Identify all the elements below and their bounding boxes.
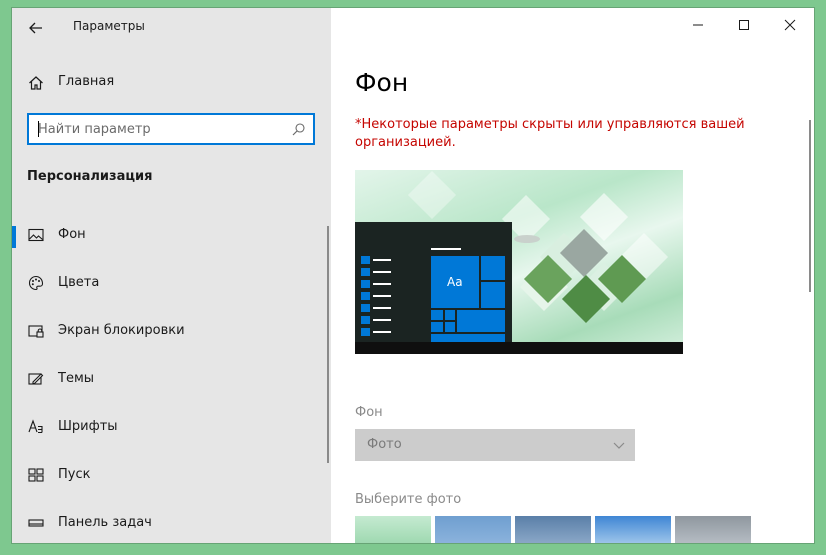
sidebar-item-label: Пуск (58, 467, 91, 482)
sidebar: Параметры Главная Персонализация (12, 8, 331, 543)
active-indicator (12, 226, 16, 248)
preview-tile: Aa (431, 256, 479, 308)
sidebar-item-label: Шрифты (58, 419, 118, 434)
menu-line (373, 259, 391, 261)
maximize-icon (739, 20, 749, 30)
taskbar-icon (28, 519, 44, 527)
preview-tile (481, 282, 505, 308)
sidebar-item-taskbar[interactable]: Панель задач (12, 503, 331, 543)
sidebar-item-label: Экран блокировки (58, 323, 185, 338)
sidebar-item-background[interactable]: Фон (12, 215, 331, 263)
lock-screen-icon (28, 325, 44, 338)
preview-tile (431, 334, 505, 342)
sidebar-item-colors[interactable]: Цвета (12, 263, 331, 311)
sidebar-item-start[interactable]: Пуск (12, 455, 331, 503)
back-button[interactable] (24, 16, 48, 40)
sidebar-item-label: Фон (58, 227, 86, 242)
minimize-icon (693, 24, 703, 26)
menu-icon (361, 292, 370, 300)
page-title: Фон (355, 68, 409, 97)
menu-line (373, 331, 391, 333)
menu-header-line (431, 248, 461, 250)
menu-icon (361, 280, 370, 288)
photo-thumbnail[interactable] (515, 516, 591, 543)
back-arrow-icon (29, 22, 42, 34)
photo-thumbnail[interactable] (435, 516, 511, 543)
close-button[interactable] (767, 8, 813, 42)
menu-icon (361, 328, 370, 336)
taskbar-preview (355, 342, 683, 354)
preview-tile (445, 322, 455, 332)
background-preview: Aa (355, 170, 683, 354)
policy-warning: *Некоторые параметры скрыты или управляю… (355, 117, 745, 150)
text-caret (38, 121, 39, 137)
palette-icon (28, 275, 44, 291)
sidebar-item-themes[interactable]: Темы (12, 359, 331, 407)
sidebar-item-fonts[interactable]: Шрифты (12, 407, 331, 455)
maximize-button[interactable] (721, 8, 767, 42)
close-icon (784, 19, 796, 31)
search-input[interactable] (29, 115, 313, 143)
menu-line (373, 319, 391, 321)
menu-line (373, 307, 391, 309)
preview-tile-text: Aa (447, 275, 463, 289)
settings-window: Параметры Главная Персонализация (12, 8, 814, 543)
photo-thumbnail[interactable] (675, 516, 751, 543)
content-scrollbar[interactable] (809, 120, 811, 292)
start-icon (28, 468, 44, 482)
sidebar-nav: Фон Цвета Экран блокировки Темы Шрифты П… (12, 215, 331, 543)
fonts-icon (28, 419, 43, 434)
home-label: Главная (58, 74, 115, 89)
background-type-dropdown[interactable]: Фото (355, 429, 635, 461)
home-icon (29, 76, 43, 90)
preview-tile (481, 256, 505, 280)
section-title: Персонализация (27, 169, 153, 184)
app-title: Параметры (73, 19, 145, 33)
preview-tile (431, 310, 443, 320)
themes-icon (28, 373, 44, 385)
photo-thumbnail[interactable] (595, 516, 671, 543)
start-menu-preview: Aa (355, 222, 512, 342)
menu-icon (361, 304, 370, 312)
chevron-down-icon (613, 442, 625, 449)
main-content: Фон *Некоторые параметры скрыты или упра… (331, 8, 814, 543)
choose-photo-label: Выберите фото (355, 492, 462, 507)
preview-diamond (407, 170, 457, 220)
sidebar-item-home[interactable]: Главная (12, 66, 331, 100)
minimize-button[interactable] (675, 8, 721, 42)
preview-tile (445, 310, 455, 320)
dropdown-value: Фото (367, 437, 402, 452)
airship-icon (514, 235, 540, 243)
background-label: Фон (355, 405, 383, 420)
menu-line (373, 295, 391, 297)
preview-tile (431, 322, 443, 332)
sidebar-item-label: Темы (58, 371, 95, 386)
menu-icon (361, 256, 370, 264)
sidebar-item-label: Панель задач (58, 515, 152, 530)
sidebar-item-lock-screen[interactable]: Экран блокировки (12, 311, 331, 359)
sidebar-item-label: Цвета (58, 275, 100, 290)
sidebar-scrollbar[interactable] (327, 226, 329, 463)
menu-icon (361, 268, 370, 276)
search-icon[interactable] (292, 123, 305, 136)
preview-tile (457, 310, 505, 332)
picture-icon (28, 228, 44, 242)
search-box[interactable] (27, 113, 315, 145)
menu-icon (361, 316, 370, 324)
menu-line (373, 283, 391, 285)
photo-thumbnail[interactable] (355, 516, 431, 543)
menu-line (373, 271, 391, 273)
